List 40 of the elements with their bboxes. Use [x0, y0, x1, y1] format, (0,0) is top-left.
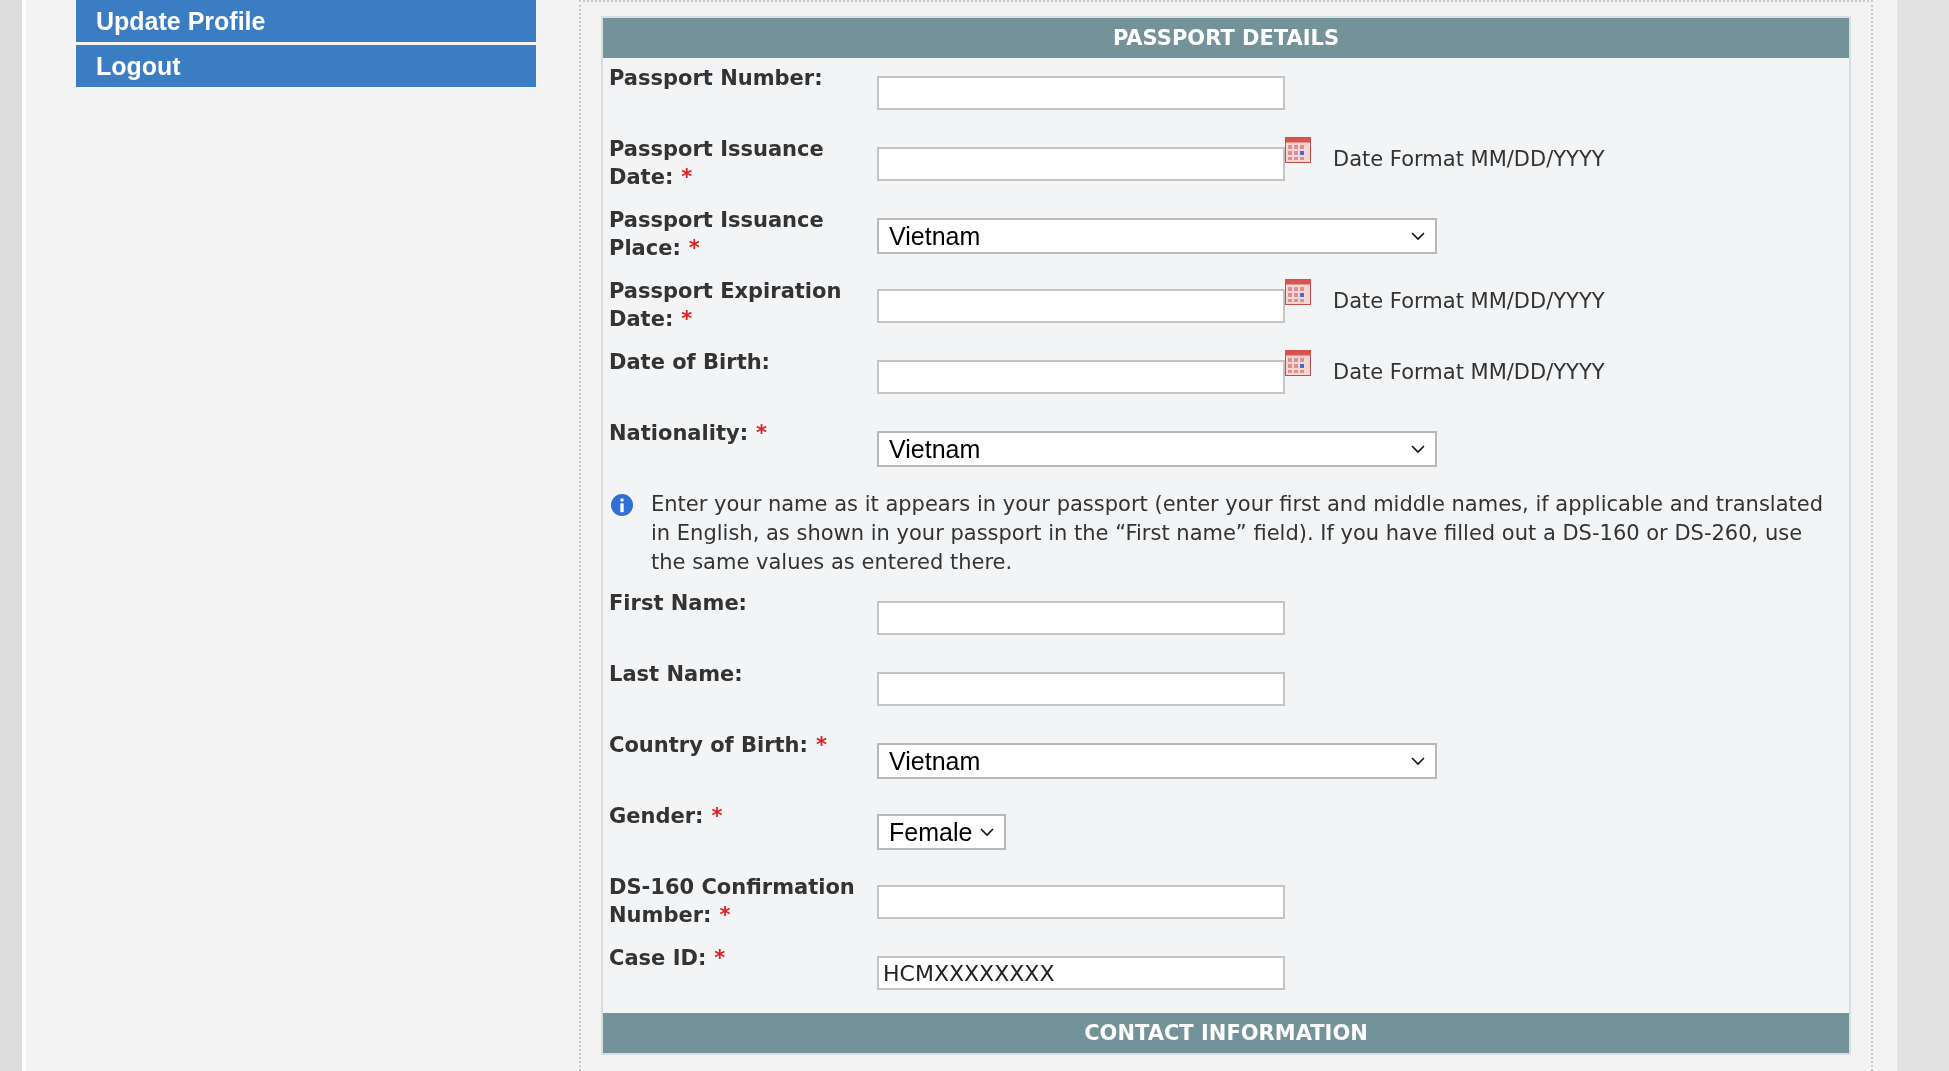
input-field[interactable]	[877, 289, 1285, 323]
chevron-icon	[1411, 756, 1425, 766]
field-label: Country of Birth: *	[609, 733, 827, 757]
input-field[interactable]	[877, 76, 1285, 110]
field-label: Passport Number:	[609, 66, 823, 90]
field-label: Date of Birth:	[609, 350, 771, 374]
sidebar-link[interactable]: Logout	[76, 45, 536, 87]
dropdown[interactable]: Vietnam	[877, 218, 1437, 254]
section-header: PASSPORT DETAILS	[603, 18, 1849, 58]
chevron-icon	[980, 827, 995, 837]
input-field[interactable]	[877, 885, 1285, 919]
date-format-hint: Date Format MM/DD/YYYY	[1333, 289, 1605, 313]
info-text: Enter your name as it appears in your passport (enter your first and middle names, if applicable and translated in English, as shown in your passport in the “First name” field). If you have filled out a DS-160 or DS-260, use the same values as entered there.	[651, 491, 1824, 576]
calendar-icon[interactable]	[1285, 137, 1311, 163]
field-label: Passport Issuance Place: *	[609, 208, 824, 260]
field-label: Last Name:	[609, 662, 743, 686]
date-format-hint: Date Format MM/DD/YYYY	[1333, 147, 1605, 171]
input-field[interactable]	[877, 601, 1285, 635]
date-format-hint: Date Format MM/DD/YYYY	[1333, 360, 1605, 384]
dropdown[interactable]: Vietnam	[877, 431, 1437, 467]
chevron-icon	[1411, 444, 1425, 454]
field-label: First Name:	[609, 591, 748, 615]
input-field[interactable]	[877, 360, 1285, 394]
sidebar-link[interactable]: Update Profile	[76, 0, 536, 42]
calendar-icon[interactable]	[1285, 279, 1311, 305]
input-field[interactable]	[877, 672, 1285, 706]
field-label: Nationality: *	[609, 421, 768, 445]
info-icon	[611, 494, 633, 516]
field-label: Gender: *	[609, 804, 723, 828]
field-label: DS-160 Confirmation Number: *	[609, 875, 855, 927]
input-field[interactable]: HCMXXXXXXXX	[877, 956, 1285, 990]
field-label: Passport Expiration Date: *	[609, 279, 842, 331]
field-label: Case ID: *	[609, 946, 726, 970]
field-label: Passport Issuance Date: *	[609, 137, 824, 189]
section-header: CONTACT INFORMATION	[603, 1013, 1849, 1053]
chevron-icon	[1411, 231, 1425, 241]
input-field[interactable]	[877, 147, 1285, 181]
dropdown[interactable]: Female	[877, 814, 1007, 850]
dropdown[interactable]: Vietnam	[877, 743, 1437, 779]
calendar-icon[interactable]	[1285, 350, 1311, 376]
